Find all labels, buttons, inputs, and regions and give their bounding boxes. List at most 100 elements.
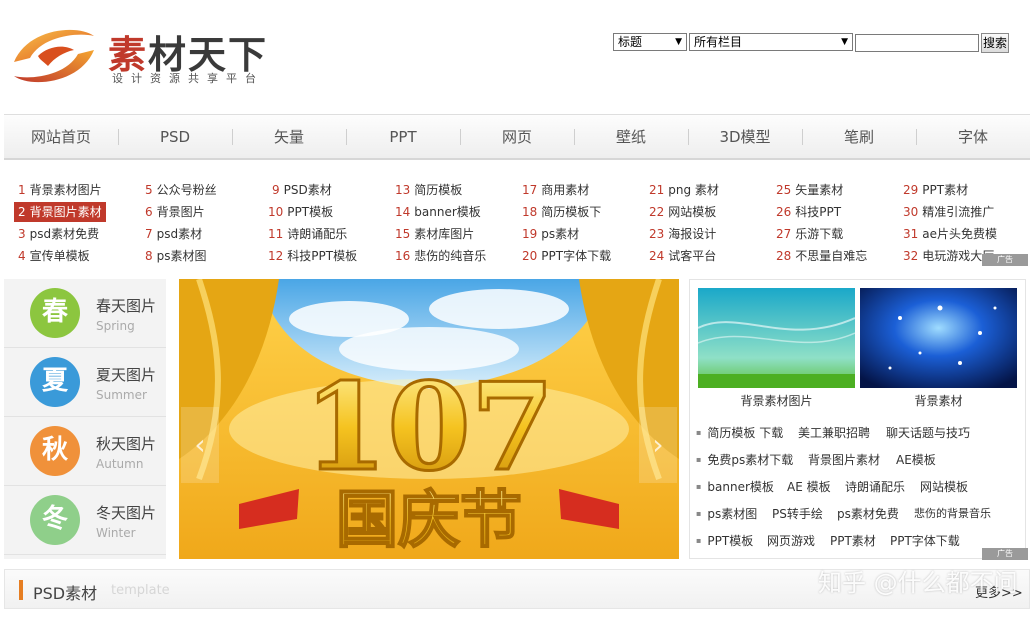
- logo-swoosh-icon: [14, 29, 94, 83]
- keyword-link[interactable]: 14 banner模板: [395, 202, 481, 222]
- panel-link[interactable]: 网站模板: [920, 478, 968, 496]
- featured-panel: 背景素材图片 背景素材 简历模板 下载 美工兼职招聘 聊天话题与技巧 免费ps素…: [689, 279, 1026, 559]
- thumb-caption[interactable]: 背景素材图片: [698, 392, 855, 409]
- season-item-spring[interactable]: 春 春天图片 Spring: [4, 279, 166, 348]
- keyword-link[interactable]: 18 简历模板下: [522, 202, 601, 222]
- thumb-image: [860, 288, 1017, 388]
- season-item-autumn[interactable]: 秋 秋天图片 Autumn: [4, 417, 166, 486]
- panel-link[interactable]: 免费ps素材下载: [696, 451, 793, 469]
- keyword-link[interactable]: 16 悲伤的纯音乐: [395, 246, 486, 266]
- ad-label[interactable]: 广告: [982, 548, 1028, 560]
- banner-artwork: 107 国庆节: [179, 279, 679, 559]
- keyword-link[interactable]: 10 PPT模板: [268, 202, 333, 222]
- keyword-link[interactable]: 24 试客平台: [649, 246, 716, 266]
- panel-link[interactable]: PS转手绘: [772, 505, 823, 523]
- season-en: Spring: [96, 319, 135, 333]
- panel-link[interactable]: 美工兼职招聘: [798, 424, 870, 442]
- keyword-link[interactable]: 2 背景图片素材: [14, 202, 106, 222]
- keyword-link[interactable]: 9 PSD素材: [272, 180, 332, 200]
- season-en: Summer: [96, 388, 147, 402]
- keyword-link[interactable]: 19 ps素材: [522, 224, 579, 244]
- keyword-link[interactable]: 5 公众号粉丝: [145, 180, 217, 200]
- keyword-link[interactable]: 31 ae片头免费模: [903, 224, 997, 244]
- panel-link[interactable]: PPT模板: [696, 532, 753, 550]
- keyword-link[interactable]: 12 科技PPT模板: [268, 246, 357, 266]
- panel-link[interactable]: 网页游戏: [767, 532, 815, 550]
- search-button[interactable]: 搜索: [981, 33, 1009, 53]
- season-categories: 春 春天图片 Spring 夏 夏天图片 Summer 秋 秋天图片 Autum…: [4, 279, 166, 559]
- section-marker: [19, 580, 23, 600]
- panel-link[interactable]: ps素材图: [696, 505, 757, 523]
- nav-item-3d-model[interactable]: 3D模型: [688, 115, 802, 159]
- section-title[interactable]: PSD素材: [33, 580, 97, 604]
- panel-link[interactable]: 悲伤的背景音乐: [914, 505, 991, 523]
- keyword-link[interactable]: 29 PPT素材: [903, 180, 968, 200]
- keyword-link[interactable]: 26 科技PPT: [776, 202, 841, 222]
- search-input[interactable]: [855, 34, 979, 52]
- season-item-summer[interactable]: 夏 夏天图片 Summer: [4, 348, 166, 417]
- panel-link[interactable]: PPT字体下载: [890, 532, 960, 550]
- keyword-link[interactable]: 23 海报设计: [649, 224, 716, 244]
- banner-prev-button[interactable]: ‹: [181, 407, 219, 483]
- nav-item-vector[interactable]: 矢量: [232, 115, 346, 159]
- season-en: Autumn: [96, 457, 144, 471]
- section-subtitle: template: [111, 583, 170, 598]
- watermark: 知乎 @什么都不问: [818, 569, 1018, 597]
- season-name: 春天图片: [96, 297, 157, 315]
- nav-item-webpage[interactable]: 网页: [460, 115, 574, 159]
- spring-badge-icon: 春: [30, 288, 80, 338]
- dropdown-arrow-icon: ▼: [675, 37, 682, 47]
- panel-link[interactable]: ps素材免费: [837, 505, 899, 523]
- keyword-link[interactable]: 20 PPT字体下载: [522, 246, 611, 266]
- keyword-link[interactable]: 21 png 素材: [649, 180, 719, 200]
- panel-link[interactable]: 诗朗诵配乐: [845, 478, 905, 496]
- main-nav: 网站首页 PSD 矢量 PPT 网页 壁纸 3D模型 笔刷 字体: [4, 114, 1030, 160]
- panel-link[interactable]: AE模板: [896, 451, 936, 469]
- thumb-caption[interactable]: 背景素材: [860, 392, 1017, 409]
- keyword-link[interactable]: 11 诗朗诵配乐: [268, 224, 347, 244]
- thumb-background-material-image[interactable]: [698, 288, 855, 388]
- keyword-link[interactable]: 13 简历模板: [395, 180, 462, 200]
- search-field-select[interactable]: 标题 ▼: [613, 33, 687, 51]
- keyword-link[interactable]: 7 psd素材: [145, 224, 202, 244]
- nav-item-wallpaper[interactable]: 壁纸: [574, 115, 688, 159]
- keyword-link[interactable]: 1 背景素材图片: [18, 180, 102, 200]
- nav-item-brush[interactable]: 笔刷: [802, 115, 916, 159]
- keyword-link[interactable]: 17 商用素材: [522, 180, 589, 200]
- keyword-link[interactable]: 3 psd素材免费: [18, 224, 99, 244]
- nav-item-psd[interactable]: PSD: [118, 115, 232, 159]
- logo-subtitle: 设计资源共享平台: [112, 72, 264, 85]
- panel-link[interactable]: banner模板: [696, 478, 774, 496]
- panel-link[interactable]: PPT素材: [830, 532, 876, 550]
- keyword-link[interactable]: 8 ps素材图: [145, 246, 207, 266]
- keyword-link[interactable]: 6 背景图片: [145, 202, 205, 222]
- nav-item-home[interactable]: 网站首页: [4, 115, 118, 159]
- keyword-link[interactable]: 22 网站模板: [649, 202, 716, 222]
- keyword-link[interactable]: 4 宣传单模板: [18, 246, 90, 266]
- site-logo[interactable]: 素材天下 设计资源共享平台: [8, 22, 278, 92]
- summer-badge-icon: 夏: [30, 357, 80, 407]
- search-category-select[interactable]: 所有栏目 ▼: [689, 33, 853, 51]
- panel-link[interactable]: 聊天话题与技巧: [886, 424, 970, 442]
- banner-next-button[interactable]: ›: [639, 407, 677, 483]
- season-name: 夏天图片: [96, 366, 157, 384]
- hero-banner[interactable]: 107 国庆节 ‹ ›: [179, 279, 679, 559]
- season-name: 冬天图片: [96, 504, 157, 522]
- season-en: Winter: [96, 526, 136, 540]
- keyword-link[interactable]: 25 矢量素材: [776, 180, 843, 200]
- dropdown-arrow-icon: ▼: [841, 37, 848, 47]
- panel-link[interactable]: AE 模板: [787, 478, 831, 496]
- nav-item-ppt[interactable]: PPT: [346, 115, 460, 159]
- banner-text: 国庆节: [336, 483, 522, 556]
- keyword-link[interactable]: 27 乐游下载: [776, 224, 843, 244]
- thumb-background-material[interactable]: [860, 288, 1017, 388]
- panel-link[interactable]: 背景图片素材: [808, 451, 880, 469]
- ad-label[interactable]: 广告: [982, 254, 1028, 266]
- panel-link[interactable]: 简历模板 下载: [696, 424, 783, 442]
- keyword-link[interactable]: 28 不思量自难忘: [776, 246, 867, 266]
- keyword-link[interactable]: 15 素材库图片: [395, 224, 474, 244]
- keyword-link[interactable]: 30 精准引流推广: [903, 202, 994, 222]
- nav-item-font[interactable]: 字体: [916, 115, 1030, 159]
- header: 素材天下 设计资源共享平台 标题 ▼ 所有栏目 ▼ 搜索: [0, 0, 1031, 113]
- season-item-winter[interactable]: 冬 冬天图片 Winter: [4, 486, 166, 555]
